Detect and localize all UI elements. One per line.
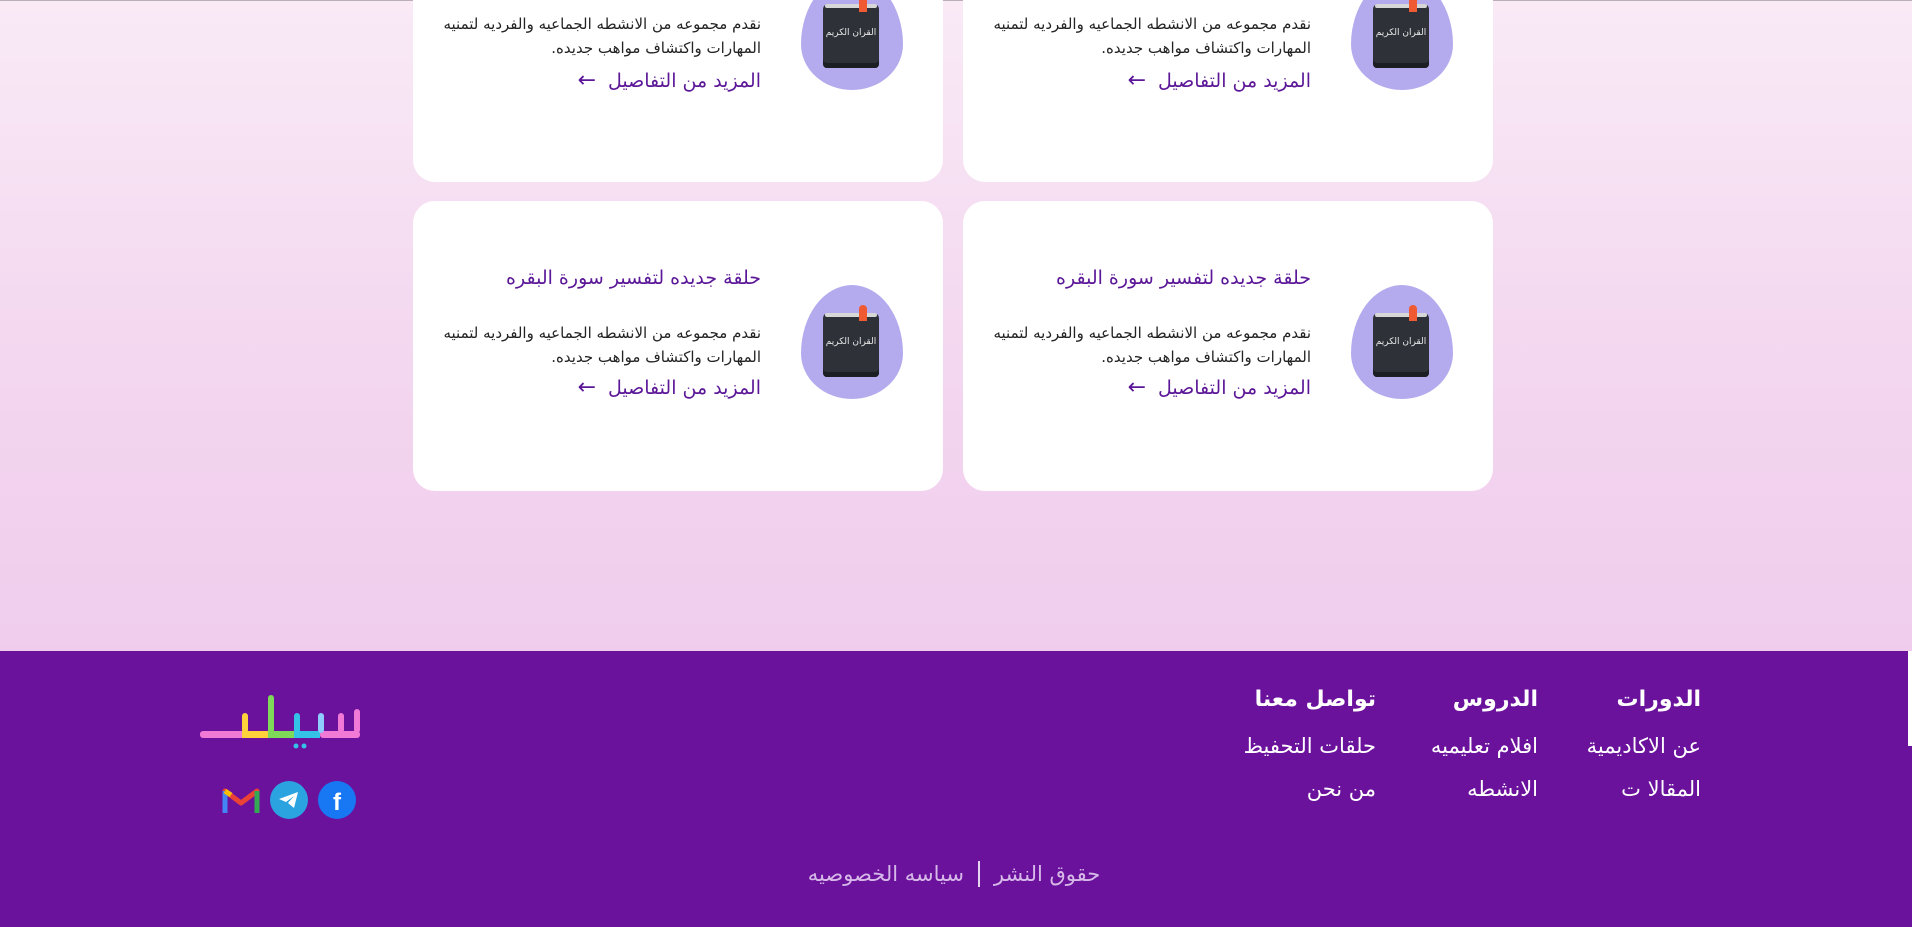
footer-column-lessons: الدروس افلام تعليميه الانشطه [1431, 687, 1538, 820]
arrow-left-icon: ← [1127, 375, 1147, 400]
social-links: f [222, 781, 356, 819]
copyright-link[interactable]: حقوق النشر [994, 862, 1100, 886]
facebook-icon[interactable]: f [318, 781, 356, 819]
telegram-icon[interactable] [270, 781, 308, 819]
divider [977, 861, 980, 887]
book-illustration: القران الكريم [1351, 0, 1453, 90]
footer-heading[interactable]: تواصل معنا [1244, 687, 1376, 712]
cards-section: القران الكريم نقدم مجموعه من الانشطه الج… [0, 0, 1912, 651]
book-illustration: القران الكريم [801, 285, 903, 399]
footer-column-contact: تواصل معنا حلقات التحفيظ من نحن [1244, 687, 1376, 820]
legal-links: حقوق النشر سياسه الخصوصيه [0, 861, 1908, 887]
card-description: نقدم مجموعه من الانشطه الجماعيه والفرديه… [993, 15, 1311, 57]
footer-link[interactable]: من نحن [1244, 777, 1376, 801]
arrow-left-icon: ← [577, 68, 597, 93]
site-logo[interactable] [198, 691, 362, 749]
article-card: القران الكريم نقدم مجموعه من الانشطه الج… [963, 0, 1493, 182]
footer-link[interactable]: افلام تعليميه [1431, 734, 1538, 758]
more-details-label: المزيد من التفاصيل [1158, 70, 1311, 92]
book-illustration: القران الكريم [801, 0, 903, 90]
scrollbar-track[interactable] [1908, 651, 1912, 746]
article-card: القران الكريم نقدم مجموعه من الانشطه الج… [413, 0, 943, 182]
footer-link[interactable]: عن الاكاديمية [1587, 734, 1701, 758]
card-title[interactable]: حلقة جديده لتفسير سورة البقره [506, 267, 761, 289]
footer-link[interactable]: الانشطه [1431, 777, 1538, 801]
more-details-label: المزيد من التفاصيل [608, 377, 761, 399]
book-illustration: القران الكريم [1351, 285, 1453, 399]
more-details-link[interactable]: المزيد من التفاصيل ← [1127, 68, 1311, 93]
card-description: نقدم مجموعه من الانشطه الجماعيه والفرديه… [443, 15, 761, 57]
more-details-link[interactable]: المزيد من التفاصيل ← [1127, 375, 1311, 400]
footer-link[interactable]: المقالا ت [1587, 777, 1701, 801]
site-footer: الدورات عن الاكاديمية المقالا ت الدروس ا… [0, 651, 1908, 927]
article-card: القران الكريم حلقة جديده لتفسير سورة الب… [413, 201, 943, 491]
privacy-policy-link[interactable]: سياسه الخصوصيه [808, 862, 964, 886]
quran-book-icon: القران الكريم [823, 0, 879, 68]
arrow-left-icon: ← [1127, 68, 1147, 93]
footer-heading[interactable]: الدورات [1587, 687, 1702, 712]
footer-column-courses: الدورات عن الاكاديمية المقالا ت [1587, 687, 1701, 820]
card-title[interactable]: حلقة جديده لتفسير سورة البقره [1056, 267, 1311, 289]
quran-book-icon: القران الكريم [823, 305, 879, 377]
arrow-left-icon: ← [577, 375, 597, 400]
scrollbar-track-lower [1908, 746, 1912, 927]
footer-heading[interactable]: الدروس [1431, 687, 1538, 712]
card-description: نقدم مجموعه من الانشطه الجماعيه والفرديه… [993, 324, 1311, 366]
card-description: نقدم مجموعه من الانشطه الجماعيه والفرديه… [443, 324, 761, 366]
more-details-label: المزيد من التفاصيل [608, 70, 761, 92]
more-details-link[interactable]: المزيد من التفاصيل ← [577, 375, 761, 400]
more-details-link[interactable]: المزيد من التفاصيل ← [577, 68, 761, 93]
footer-link[interactable]: حلقات التحفيظ [1244, 734, 1376, 758]
quran-book-icon: القران الكريم [1373, 305, 1429, 377]
more-details-label: المزيد من التفاصيل [1158, 377, 1311, 399]
article-card: القران الكريم حلقة جديده لتفسير سورة الب… [963, 201, 1493, 491]
quran-book-icon: القران الكريم [1373, 0, 1429, 68]
gmail-icon[interactable] [222, 781, 260, 819]
